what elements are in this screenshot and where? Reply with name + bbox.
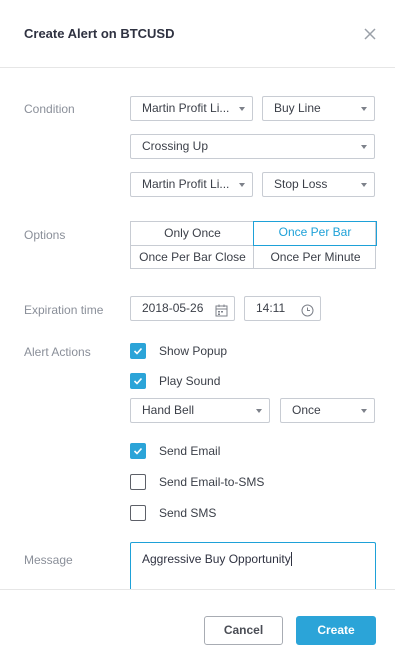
dialog-header: Create Alert on BTCUSD — [0, 0, 395, 68]
message-textarea[interactable]: Aggressive Buy Opportunity — [130, 542, 376, 592]
expiration-time-input[interactable]: 14:11 — [244, 296, 321, 321]
condition-line-1-value: Buy Line — [274, 101, 321, 115]
dialog-footer: Cancel Create — [0, 589, 395, 665]
condition-indicator-2-value: Martin Profit Li... — [142, 177, 230, 191]
condition-line-1-select[interactable]: Buy Line — [262, 96, 375, 121]
expiration-date-input[interactable]: 2018-05-26 — [130, 296, 235, 321]
chevron-down-icon — [239, 107, 245, 111]
sound-repeat-select[interactable]: Once — [280, 398, 375, 423]
cancel-button[interactable]: Cancel — [204, 616, 283, 645]
sound-value: Hand Bell — [142, 403, 195, 417]
sound-repeat-value: Once — [292, 403, 321, 417]
send-email-sms-label: Send Email-to-SMS — [159, 475, 265, 489]
checkbox-checked-icon — [130, 373, 146, 389]
sound-select[interactable]: Hand Bell — [130, 398, 270, 423]
condition-indicator-1-select[interactable]: Martin Profit Li... — [130, 96, 253, 121]
alert-actions-label: Alert Actions — [24, 345, 91, 359]
show-popup-label: Show Popup — [159, 344, 228, 358]
option-once-per-minute[interactable]: Once Per Minute — [254, 246, 377, 269]
expiration-label: Expiration time — [24, 303, 104, 317]
calendar-icon[interactable] — [215, 302, 228, 317]
send-sms-label: Send SMS — [159, 506, 217, 520]
condition-line-2-value: Stop Loss — [274, 177, 328, 191]
play-sound-label: Play Sound — [159, 374, 221, 388]
option-only-once[interactable]: Only Once — [131, 222, 254, 245]
text-cursor — [290, 552, 292, 566]
trigger-options-grid: Only Once Once Per Bar Once Per Bar Clos… — [130, 221, 377, 269]
message-text: Aggressive Buy Opportunity — [142, 552, 291, 566]
condition-operator-value: Crossing Up — [142, 139, 209, 153]
option-once-per-bar[interactable]: Once Per Bar — [253, 221, 377, 246]
condition-label: Condition — [24, 102, 75, 116]
create-button[interactable]: Create — [296, 616, 376, 645]
close-icon[interactable] — [360, 24, 380, 44]
condition-indicator-2-select[interactable]: Martin Profit Li... — [130, 172, 253, 197]
chevron-down-icon — [361, 409, 367, 413]
chevron-down-icon — [256, 409, 262, 413]
chevron-down-icon — [361, 107, 367, 111]
condition-line-2-select[interactable]: Stop Loss — [262, 172, 375, 197]
show-popup-checkbox[interactable]: Show Popup — [130, 343, 250, 361]
message-label: Message — [24, 553, 73, 567]
chevron-down-icon — [361, 183, 367, 187]
options-label: Options — [24, 228, 66, 242]
play-sound-checkbox[interactable]: Play Sound — [130, 373, 250, 391]
clock-icon[interactable] — [301, 302, 314, 317]
checkbox-unchecked-icon — [130, 474, 146, 490]
condition-indicator-1-value: Martin Profit Li... — [142, 101, 230, 115]
checkbox-checked-icon — [130, 443, 146, 459]
expiration-time-value: 14:11 — [256, 301, 286, 315]
chevron-down-icon — [361, 145, 367, 149]
option-once-per-bar-close[interactable]: Once Per Bar Close — [131, 246, 254, 269]
chevron-down-icon — [239, 183, 245, 187]
send-email-checkbox[interactable]: Send Email — [130, 443, 250, 461]
checkbox-checked-icon — [130, 343, 146, 359]
expiration-date-value: 2018-05-26 — [142, 301, 204, 315]
condition-operator-select[interactable]: Crossing Up — [130, 134, 375, 159]
send-email-label: Send Email — [159, 444, 221, 458]
send-sms-checkbox[interactable]: Send SMS — [130, 505, 250, 523]
checkbox-unchecked-icon — [130, 505, 146, 521]
send-email-sms-checkbox[interactable]: Send Email-to-SMS — [130, 474, 280, 492]
dialog-title: Create Alert on BTCUSD — [24, 26, 175, 41]
